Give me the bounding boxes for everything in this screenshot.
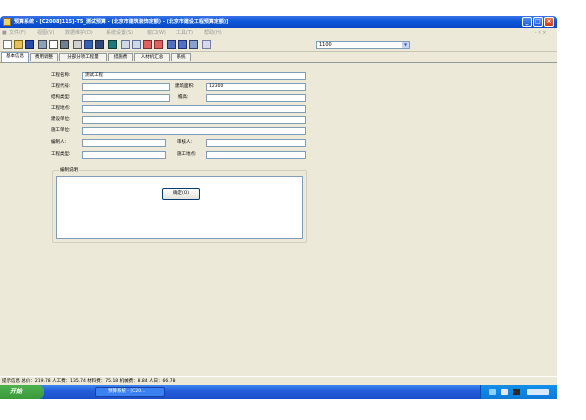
paste-icon[interactable] bbox=[95, 40, 104, 49]
insert-row-icon[interactable] bbox=[143, 40, 152, 49]
reviewer-input[interactable] bbox=[206, 139, 306, 147]
site-input[interactable] bbox=[206, 151, 306, 159]
new-file-icon[interactable] bbox=[3, 40, 12, 49]
align-left-icon[interactable] bbox=[121, 40, 130, 49]
menu-icon: ■ bbox=[2, 30, 7, 36]
zoom-combo-value: 1100 bbox=[319, 42, 332, 48]
basic-info-panel: 工程名称: 测试工程 工程代号: 建筑面积: 12300 结构类型: 檐高: 工… bbox=[0, 62, 557, 376]
notes-textarea[interactable] bbox=[56, 176, 303, 239]
project-type-input[interactable] bbox=[82, 151, 166, 159]
site-label: 施工地点: bbox=[177, 152, 197, 157]
location-input[interactable] bbox=[82, 105, 306, 113]
network-icon[interactable] bbox=[489, 389, 496, 395]
print-icon[interactable] bbox=[38, 40, 47, 49]
construct-unit-input[interactable] bbox=[82, 127, 306, 135]
printer-icon[interactable] bbox=[60, 40, 69, 49]
status-bar: 提示信息 总价：219.78 人工费：135.74 材料费：75.18 机械费：… bbox=[0, 376, 557, 385]
mdi-controls[interactable]: - ♯ × bbox=[535, 28, 547, 38]
start-button[interactable]: 开始 bbox=[0, 385, 44, 399]
compiler-input[interactable] bbox=[82, 139, 166, 147]
chevron-down-icon[interactable]: ▼ bbox=[402, 42, 409, 48]
menu-bar: ■ 文件(F) 视图(V) 数据维护(D) 系统设置(S) 窗口(W) 工具(T… bbox=[0, 28, 557, 38]
building-area-label: 建筑面积: bbox=[175, 84, 195, 89]
toolbar: 1100 ▼ bbox=[0, 38, 557, 52]
menu-settings[interactable]: 系统设置(S) bbox=[106, 28, 133, 38]
construct-unit-label: 施工单位: bbox=[51, 128, 71, 133]
taskbar: 开始 预算系统 - [C20... bbox=[0, 385, 557, 399]
tab-materials-summary[interactable]: 人材机汇总 bbox=[134, 53, 170, 61]
cut-icon[interactable] bbox=[73, 40, 82, 49]
close-button[interactable]: × bbox=[544, 17, 554, 27]
reviewer-label: 审核人: bbox=[177, 140, 193, 145]
project-type-label: 工程类型: bbox=[51, 152, 71, 157]
building-area-input[interactable]: 12300 bbox=[206, 83, 306, 91]
structure-type-label: 结构类型: bbox=[51, 95, 71, 100]
menu-data[interactable]: 数据维护(D) bbox=[65, 28, 93, 38]
system-tray bbox=[480, 385, 557, 399]
minimize-button[interactable]: _ bbox=[522, 17, 532, 27]
tab-quantities[interactable]: 分部分项工程量 bbox=[59, 53, 107, 61]
tab-system[interactable]: 系统 bbox=[171, 53, 191, 61]
compiler-label: 编制人: bbox=[51, 140, 67, 145]
build-unit-label: 建设单位: bbox=[51, 117, 71, 122]
window-title: 预算系统 - [C2008]115]-T5_测试预算 - (北京市建筑装饰定额)… bbox=[14, 19, 229, 25]
window-title-bar[interactable]: 预算系统 - [C2008]115]-T5_测试预算 - (北京市建筑装饰定额)… bbox=[0, 16, 557, 28]
notes-title: 编制说明 bbox=[59, 167, 79, 174]
volume-icon[interactable] bbox=[501, 389, 508, 395]
taskbar-item-budget[interactable]: 预算系统 - [C20... bbox=[95, 387, 165, 397]
menu-view[interactable]: 视图(V) bbox=[37, 28, 54, 38]
percent-icon[interactable] bbox=[202, 40, 211, 49]
menu-help[interactable]: 帮助(H) bbox=[204, 28, 222, 38]
menu-file[interactable]: 文件(F) bbox=[9, 28, 26, 38]
save-icon[interactable] bbox=[25, 40, 34, 49]
project-code-input[interactable] bbox=[82, 83, 170, 91]
ok-button[interactable]: 确定(O) bbox=[162, 188, 200, 200]
menu-tools[interactable]: 工具(T) bbox=[176, 28, 193, 38]
project-name-input[interactable]: 测试工程 bbox=[82, 72, 306, 80]
project-code-label: 工程代号: bbox=[51, 84, 71, 89]
project-name-label: 工程名称: bbox=[51, 73, 71, 78]
tab-fee-adjust[interactable]: 费用调整 bbox=[30, 53, 58, 61]
location-label: 工程地点: bbox=[51, 106, 71, 111]
move-down-icon[interactable] bbox=[178, 40, 187, 49]
copy-icon[interactable] bbox=[84, 40, 93, 49]
eave-height-label: 檐高: bbox=[178, 95, 189, 100]
maximize-button[interactable]: □ bbox=[533, 17, 543, 27]
tab-measures[interactable]: 措施费 bbox=[108, 53, 133, 61]
tab-strip: 基本信息 费用调整 分部分项工程量 措施费 人材机汇总 系统 bbox=[0, 52, 557, 62]
align-center-icon[interactable] bbox=[132, 40, 141, 49]
notes-group: 编制说明 bbox=[52, 167, 307, 243]
app-icon bbox=[3, 18, 11, 26]
eave-height-input[interactable] bbox=[206, 94, 306, 102]
clock-icon bbox=[527, 389, 549, 395]
tab-basic-info[interactable]: 基本信息 bbox=[1, 52, 29, 62]
preview-icon[interactable] bbox=[49, 40, 58, 49]
zoom-combo[interactable]: 1100 ▼ bbox=[316, 41, 410, 49]
menu-window[interactable]: 窗口(W) bbox=[147, 28, 166, 38]
move-up-icon[interactable] bbox=[167, 40, 176, 49]
report-icon[interactable] bbox=[189, 40, 198, 49]
calculator-icon[interactable] bbox=[108, 40, 117, 49]
structure-type-input[interactable] bbox=[82, 94, 170, 102]
input-method-icon[interactable] bbox=[513, 389, 520, 395]
delete-row-icon[interactable] bbox=[154, 40, 163, 49]
build-unit-input[interactable] bbox=[82, 116, 306, 124]
open-folder-icon[interactable] bbox=[14, 40, 23, 49]
